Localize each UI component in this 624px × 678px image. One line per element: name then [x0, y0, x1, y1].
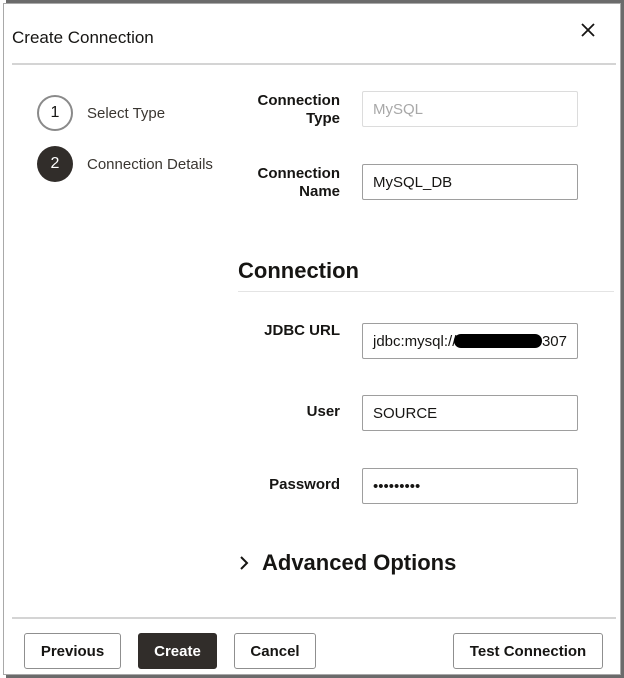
advanced-options-toggle[interactable]: Advanced Options	[238, 550, 456, 576]
section-divider	[238, 291, 614, 292]
connection-type-field	[362, 91, 578, 127]
jdbc-url-prefix: jdbc:mysql://	[373, 332, 457, 350]
header-divider	[12, 63, 616, 65]
step-number-circle: 2	[37, 146, 73, 182]
label-line: Name	[299, 183, 340, 200]
chevron-right-icon	[240, 556, 249, 570]
create-button[interactable]: Create	[138, 633, 217, 669]
jdbc-url-field[interactable]: jdbc:mysql:// 3307	[362, 323, 578, 359]
label-line: Connection	[257, 92, 341, 109]
close-icon	[581, 23, 595, 37]
step-number-circle: 1	[37, 95, 73, 131]
jdbc-url-label: JDBC URL	[264, 322, 340, 339]
test-connection-button[interactable]: Test Connection	[453, 633, 603, 669]
dialog-title: Create Connection	[12, 28, 154, 47]
connection-name-label: Connection Name	[240, 165, 341, 201]
advanced-options-label: Advanced Options	[262, 550, 457, 575]
label-line: Type	[306, 110, 340, 127]
close-button[interactable]	[576, 18, 600, 42]
connection-name-input[interactable]	[362, 164, 578, 200]
step-select-type[interactable]: 1 Select Type	[37, 95, 165, 131]
step-label: Select Type	[87, 104, 166, 122]
user-label: User	[306, 403, 340, 420]
create-connection-dialog: Create Connection 1 Select Type 2 Connec…	[3, 3, 621, 675]
previous-button[interactable]: Previous	[24, 633, 121, 669]
step-connection-details[interactable]: 2 Connection Details	[37, 146, 213, 182]
dialog-header: Create Connection	[4, 4, 620, 66]
connection-type-label: Connection Type	[240, 92, 341, 128]
user-input[interactable]	[362, 395, 578, 431]
footer-divider	[12, 617, 616, 619]
password-label: Password	[269, 476, 340, 493]
step-label: Connection Details	[87, 155, 213, 173]
connection-section-title: Connection	[238, 258, 359, 283]
cancel-button[interactable]: Cancel	[234, 633, 316, 669]
redaction-mark	[454, 334, 542, 348]
label-line: Connection	[257, 165, 341, 182]
password-input[interactable]	[362, 468, 578, 504]
